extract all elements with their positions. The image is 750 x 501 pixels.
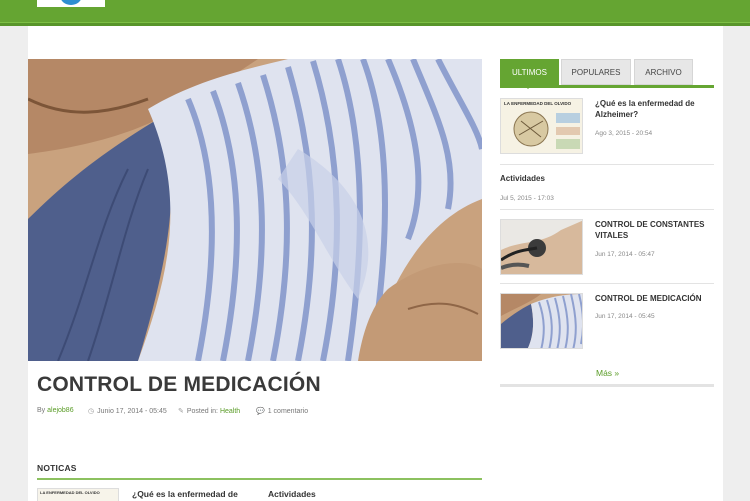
- post-comments-block: 💬 1 comentario: [256, 407, 308, 415]
- sidebar-divider: [500, 283, 714, 284]
- sidebar-divider: [500, 209, 714, 210]
- sidebar-post-title[interactable]: CONTROL DE MEDICACIÓN: [595, 293, 713, 304]
- sidebar-post-date: Jun 17, 2014 - 05:45: [595, 313, 655, 320]
- news-item-title[interactable]: Actividades: [268, 489, 316, 499]
- tab-archivo[interactable]: ARCHIVO: [634, 59, 693, 85]
- posted-in-label: Posted in:: [186, 408, 219, 415]
- sidebar-post-item[interactable]: LA ENFERMEDAD DEL OLVIDO ¿Qué es la enfe…: [500, 98, 714, 156]
- noticias-divider: [37, 478, 482, 480]
- logo-mark-icon: [60, 0, 82, 5]
- sidebar-post-thumbnail[interactable]: LA ENFERMEDAD DEL OLVIDO: [500, 98, 583, 154]
- tabs-underline: [500, 85, 714, 88]
- noticias-section: NOTICAS: [37, 463, 482, 480]
- post-category-block: ✎ Posted in: Health: [178, 407, 240, 415]
- sidebar-post-title[interactable]: CONTROL DE CONSTANTES VITALES: [595, 219, 713, 241]
- tag-icon: ✎: [178, 408, 184, 415]
- more-link[interactable]: Más »: [596, 368, 619, 378]
- post-title: CONTROL DE MEDICACIÓN: [37, 373, 321, 396]
- sidebar-post-item[interactable]: CONTROL DE CONSTANTES VITALES Jun 17, 20…: [500, 219, 714, 275]
- news-thumbnail-caption: LA ENFERMEDAD DEL OLVIDO: [40, 490, 100, 495]
- by-label: By: [37, 407, 46, 414]
- clock-icon: ◷: [88, 408, 95, 415]
- sidebar-thumb-caption: LA ENFERMEDAD DEL OLVIDO: [504, 101, 572, 106]
- top-bar: [0, 0, 750, 22]
- site-logo[interactable]: [37, 0, 105, 7]
- sidebar-post-date: Jul 5, 2015 - 17:03: [500, 195, 554, 202]
- sidebar-post-date: Jun 17, 2014 - 05:47: [595, 251, 655, 258]
- tab-ultimos[interactable]: ULTIMOS: [500, 59, 559, 85]
- sidebar-bottom-border: [500, 384, 714, 387]
- sidebar-post-title[interactable]: ¿Qué es la enfermedad de Alzheimer?: [595, 98, 713, 120]
- sidebar-post-thumbnail[interactable]: [500, 219, 583, 275]
- sidebar-post-item[interactable]: CONTROL DE MEDICACIÓN Jun 17, 2014 - 05:…: [500, 293, 714, 349]
- post-category-link[interactable]: Health: [220, 408, 240, 415]
- tab-populares[interactable]: POPULARES: [561, 59, 631, 85]
- news-thumbnail[interactable]: LA ENFERMEDAD DEL OLVIDO: [37, 488, 119, 501]
- post-author-link[interactable]: alejob86: [47, 407, 73, 414]
- sidebar-post-thumbnail[interactable]: [500, 293, 583, 349]
- sidebar-post-date: Ago 3, 2015 - 20:54: [595, 130, 653, 137]
- post-author-block: By alejob86: [37, 407, 74, 414]
- post-date: Junio 17, 2014 - 05:45: [97, 408, 167, 415]
- sidebar-tabs: ULTIMOS POPULARES ARCHIVO: [500, 59, 714, 88]
- comment-icon: 💬: [256, 408, 265, 415]
- active-tab-arrow: [524, 85, 532, 89]
- post-comments-link[interactable]: 1 comentario: [268, 408, 308, 415]
- news-item-title[interactable]: ¿Qué es la enfermedad de: [132, 489, 238, 499]
- noticias-heading: NOTICAS: [37, 463, 77, 473]
- post-date-block: ◷ Junio 17, 2014 - 05:45: [88, 407, 167, 415]
- sidebar-divider: [500, 164, 714, 165]
- sidebar-post-title[interactable]: Actividades: [500, 174, 545, 183]
- featured-image[interactable]: [28, 59, 482, 361]
